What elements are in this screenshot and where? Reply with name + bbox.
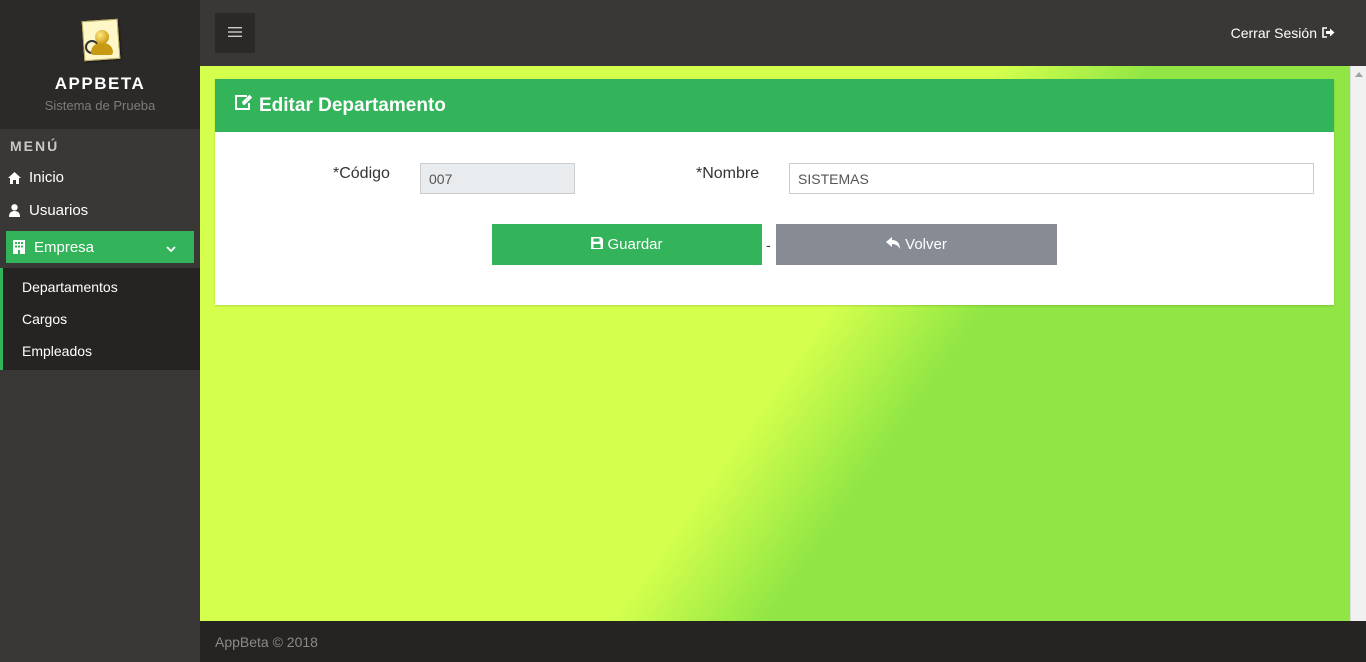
codigo-field[interactable]: 007: [420, 163, 575, 194]
panel-header: Editar Departamento: [215, 79, 1334, 132]
top-navbar: Cerrar Sesión: [200, 0, 1366, 66]
sidebar-item-usuarios[interactable]: Usuarios: [0, 194, 200, 227]
brand-title: APPBETA: [54, 74, 146, 93]
logout-label: Cerrar Sesión: [1230, 25, 1317, 41]
vertical-scrollbar[interactable]: [1350, 66, 1366, 621]
building-icon: [12, 240, 26, 254]
nombre-field[interactable]: SISTEMAS: [789, 163, 1314, 194]
back-label: Volver: [905, 236, 947, 253]
sidebar-item-empleados[interactable]: Empleados: [3, 335, 200, 367]
chevron-down-icon: [166, 240, 176, 257]
edit-panel: Editar Departamento *Código 007 *Nombre …: [215, 79, 1334, 305]
hamburger-icon: [228, 24, 242, 42]
sidebar-item-label: Empresa: [34, 238, 95, 256]
sidebar-item-departamentos[interactable]: Departamentos: [3, 271, 200, 303]
save-label: Guardar: [607, 236, 663, 253]
sidebar-item-inicio[interactable]: Inicio: [0, 161, 200, 194]
sidebar-toggle-button[interactable]: [215, 13, 255, 53]
footer: AppBeta © 2018: [200, 621, 1366, 662]
footer-text: AppBeta © 2018: [215, 633, 318, 650]
button-separator: -: [766, 237, 771, 253]
brand: APPBETA Sistema de Prueba: [0, 0, 200, 129]
codigo-label: *Código: [333, 165, 390, 182]
submenu-empresa: Departamentos Cargos Empleados: [0, 268, 200, 370]
panel-title: Editar Departamento: [259, 94, 446, 116]
sidebar-item-cargos[interactable]: Cargos: [3, 303, 200, 335]
brand-subtitle: Sistema de Prueba: [44, 98, 156, 113]
sidebar-item-label: Inicio: [29, 169, 65, 186]
main-content: Editar Departamento *Código 007 *Nombre …: [200, 66, 1350, 621]
edit-icon: [234, 94, 259, 117]
back-button[interactable]: Volver: [776, 224, 1057, 265]
sign-out-icon: [1317, 25, 1335, 41]
user-icon: [7, 204, 21, 217]
sidebar-item-empresa[interactable]: Empresa: [6, 231, 194, 263]
sidebar-item-label: Usuarios: [29, 202, 89, 219]
reply-icon: [886, 236, 905, 253]
save-icon: [591, 236, 607, 253]
rolodex-logo-icon: [79, 18, 121, 62]
nombre-label: *Nombre: [696, 165, 760, 182]
save-button[interactable]: Guardar: [492, 224, 762, 265]
sidebar: APPBETA Sistema de Prueba MENÚ Inicio Us…: [0, 0, 200, 662]
home-icon: [7, 171, 21, 184]
menu-header: MENÚ: [10, 138, 60, 154]
logout-button[interactable]: Cerrar Sesión: [1231, 25, 1335, 41]
